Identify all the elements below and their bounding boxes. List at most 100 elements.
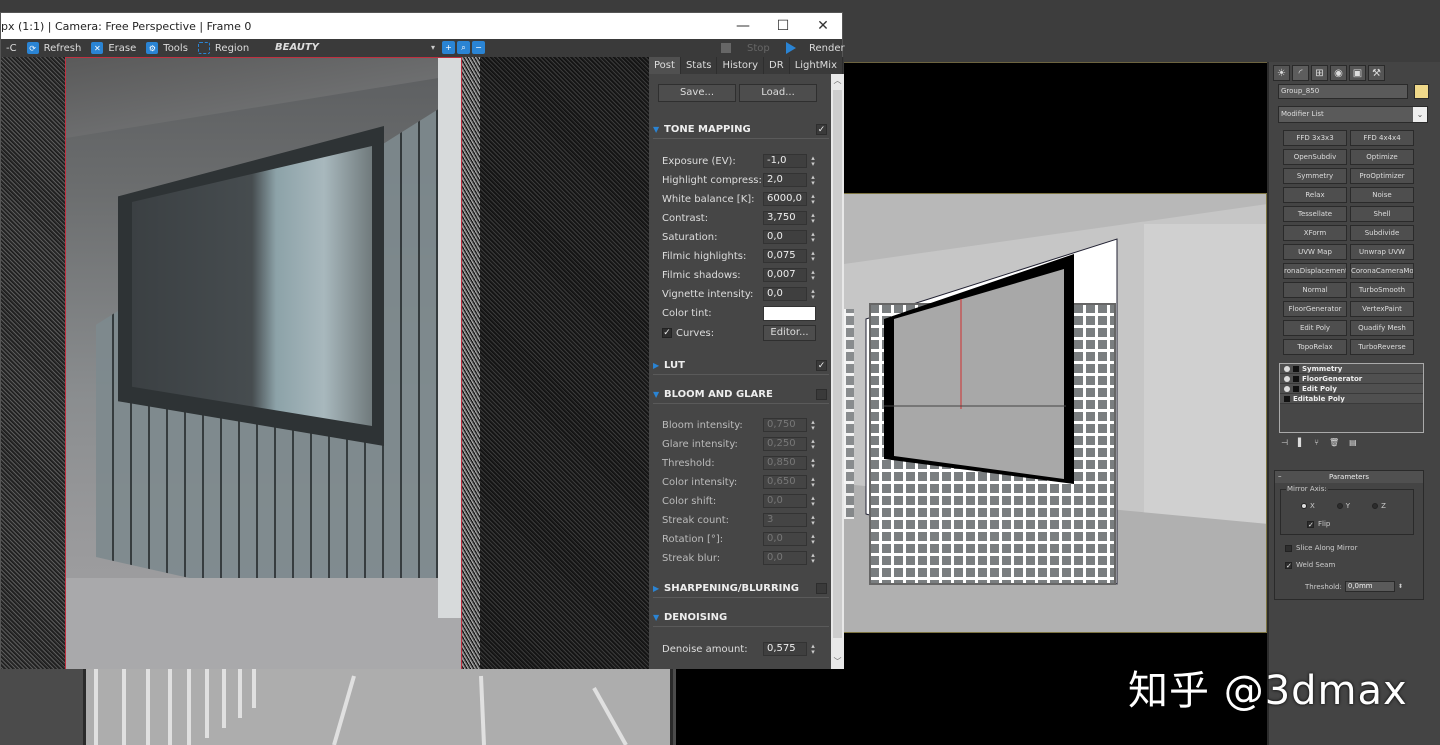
section-denoising[interactable]: ▼ DENOISING xyxy=(653,609,829,627)
spinner-icon[interactable]: ▴ ▾ xyxy=(809,514,817,527)
load-button[interactable]: Load... xyxy=(739,84,817,102)
spinner-icon[interactable]: ▴ ▾ xyxy=(809,155,817,168)
motion-icon[interactable]: ◉ xyxy=(1330,65,1347,81)
lightbulb-icon[interactable] xyxy=(1284,375,1290,382)
spinner-icon[interactable]: ▴ ▾ xyxy=(809,212,817,225)
zoom-in-icon[interactable]: + xyxy=(442,41,455,54)
show-end-result-icon[interactable]: ▌ xyxy=(1298,438,1304,447)
spinner-icon[interactable]: ▴ ▾ xyxy=(809,419,817,432)
modifier-button[interactable]: Shell xyxy=(1350,206,1414,222)
spinner-icon[interactable]: ▴ ▾ xyxy=(809,174,817,187)
modifier-button[interactable]: Noise xyxy=(1350,187,1414,203)
threshold-input[interactable]: 0,0mm xyxy=(1344,581,1395,592)
section-tone-mapping[interactable]: ▼ TONE MAPPING ✓ xyxy=(653,121,829,139)
streak-blur-input[interactable]: 0,0 xyxy=(763,551,807,565)
modifier-button[interactable]: Normal xyxy=(1283,282,1347,298)
section-lut[interactable]: ▶ LUT ✓ xyxy=(653,357,829,375)
sharpening-checkbox[interactable] xyxy=(816,583,827,594)
maximize-button[interactable]: ☐ xyxy=(763,13,803,39)
tab-dr[interactable]: DR xyxy=(764,57,790,74)
spinner-icon[interactable]: ▴ ▾ xyxy=(809,476,817,489)
viewport-scene[interactable] xyxy=(843,193,1267,633)
refresh-button[interactable]: ⟳ Refresh xyxy=(22,39,87,57)
render-canvas[interactable] xyxy=(1,57,649,669)
color-tint-swatch[interactable] xyxy=(763,305,816,321)
modifier-button[interactable]: Quadify Mesh xyxy=(1350,320,1414,336)
stack-item-floorgenerator[interactable]: FloorGenerator xyxy=(1280,374,1423,384)
pin-stack-icon[interactable]: ⊣ xyxy=(1281,438,1288,447)
erase-button[interactable]: ✕ Erase xyxy=(86,39,141,57)
streak-count-input[interactable]: 3 xyxy=(763,513,807,527)
modifier-button[interactable]: ProOptimizer xyxy=(1350,168,1414,184)
close-button[interactable]: ✕ xyxy=(803,13,843,39)
make-unique-icon[interactable]: ⑂ xyxy=(1314,438,1319,447)
axis-z-radio[interactable]: Z xyxy=(1372,502,1386,510)
vignette-input[interactable]: 0,0 xyxy=(763,287,807,301)
post-scrollbar[interactable]: ︿ ﹀ xyxy=(831,74,844,669)
modifier-button[interactable]: Unwrap UVW xyxy=(1350,244,1414,260)
modifier-button[interactable]: Symmetry xyxy=(1283,168,1347,184)
channel-dropdown[interactable]: BEAUTY ▾ xyxy=(271,40,439,56)
stop-button[interactable]: Stop xyxy=(721,39,770,57)
object-name-field[interactable]: Group_850 xyxy=(1278,84,1408,99)
modifier-button[interactable]: UVW Map xyxy=(1283,244,1347,260)
weld-seam-checkbox[interactable]: ✓ Weld Seam xyxy=(1285,561,1335,569)
spinner-icon[interactable]: ▴ ▾ xyxy=(809,269,817,282)
modifier-button[interactable]: TurboReverse xyxy=(1350,339,1414,355)
spinner-icon[interactable]: ▴ ▾ xyxy=(809,193,817,206)
stack-item-edit-poly[interactable]: Edit Poly xyxy=(1280,384,1423,394)
modifier-button[interactable]: TopoRelax xyxy=(1283,339,1347,355)
scroll-up-icon[interactable]: ︿ xyxy=(831,74,844,88)
modifier-list-dropdown[interactable]: Modifier List ⌄ xyxy=(1278,106,1428,123)
lightbulb-icon[interactable] xyxy=(1284,365,1290,372)
spinner-icon[interactable]: ▴ ▾ xyxy=(809,552,817,565)
curves-checkbox[interactable]: ✓ xyxy=(662,328,672,338)
modifier-button[interactable]: XForm xyxy=(1283,225,1347,241)
expand-icon[interactable] xyxy=(1284,395,1290,402)
tone-mapping-checkbox[interactable]: ✓ xyxy=(816,124,827,135)
stack-item-editable-poly[interactable]: Editable Poly xyxy=(1280,394,1423,404)
tab-lightmix[interactable]: LightMix xyxy=(790,57,843,74)
saturation-input[interactable]: 0,0 xyxy=(763,230,807,244)
lut-checkbox[interactable]: ✓ xyxy=(816,360,827,371)
expand-icon[interactable] xyxy=(1293,375,1299,382)
filmic-highlights-input[interactable]: 0,075 xyxy=(763,249,807,263)
utilities-icon[interactable]: ⚒ xyxy=(1368,65,1385,81)
minimize-button[interactable]: — xyxy=(723,13,763,39)
zoom-fit-icon[interactable]: ⌕ xyxy=(457,41,470,54)
threshold-input[interactable]: 0,850 xyxy=(763,456,807,470)
spinner-icon[interactable]: ▴ ▾ xyxy=(809,288,817,301)
modifier-button[interactable]: TurboSmooth xyxy=(1350,282,1414,298)
tab-post[interactable]: Post xyxy=(649,57,681,74)
copy-button[interactable]: -C xyxy=(1,39,22,57)
hierarchy-icon[interactable]: ⊞ xyxy=(1311,65,1328,81)
object-color-swatch[interactable] xyxy=(1414,84,1429,99)
modifier-button[interactable]: OpenSubdiv xyxy=(1283,149,1347,165)
expand-icon[interactable] xyxy=(1293,385,1299,392)
display-icon[interactable]: ▣ xyxy=(1349,65,1366,81)
filmic-shadows-input[interactable]: 0,007 xyxy=(763,268,807,282)
color-intensity-input[interactable]: 0,650 xyxy=(763,475,807,489)
modifier-button[interactable]: Subdivide xyxy=(1350,225,1414,241)
stack-item-symmetry[interactable]: Symmetry xyxy=(1280,364,1423,374)
modifier-button[interactable]: Optimize xyxy=(1350,149,1414,165)
spinner-icon[interactable]: ▴ ▾ xyxy=(809,495,817,508)
bottom-right-viewport[interactable] xyxy=(676,668,843,745)
spinner-icon[interactable]: ▴ ▾ xyxy=(809,457,817,470)
axis-y-radio[interactable]: Y xyxy=(1336,502,1350,510)
modifier-button[interactable]: FFD 3x3x3 xyxy=(1283,130,1347,146)
slice-along-mirror-checkbox[interactable]: Slice Along Mirror xyxy=(1285,544,1357,552)
rotation-input[interactable]: 0,0 xyxy=(763,532,807,546)
spinner-icon[interactable]: ▴ ▾ xyxy=(809,438,817,451)
white-balance-input[interactable]: 6000,0 xyxy=(763,192,807,206)
bottom-viewport[interactable] xyxy=(83,668,673,745)
bloom-intensity-input[interactable]: 0,750 xyxy=(763,418,807,432)
save-button[interactable]: Save... xyxy=(658,84,736,102)
remove-modifier-icon[interactable]: 🗑 xyxy=(1329,438,1339,447)
spinner-icon[interactable]: ▴ ▾ xyxy=(809,250,817,263)
section-bloom-glare[interactable]: ▼ BLOOM AND GLARE xyxy=(653,386,829,404)
spinner-icon[interactable]: ▴ ▾ xyxy=(809,231,817,244)
scroll-down-icon[interactable]: ﹀ xyxy=(831,655,844,669)
exposure-input[interactable]: -1,0 xyxy=(763,154,807,168)
modifier-button[interactable]: Tessellate xyxy=(1283,206,1347,222)
